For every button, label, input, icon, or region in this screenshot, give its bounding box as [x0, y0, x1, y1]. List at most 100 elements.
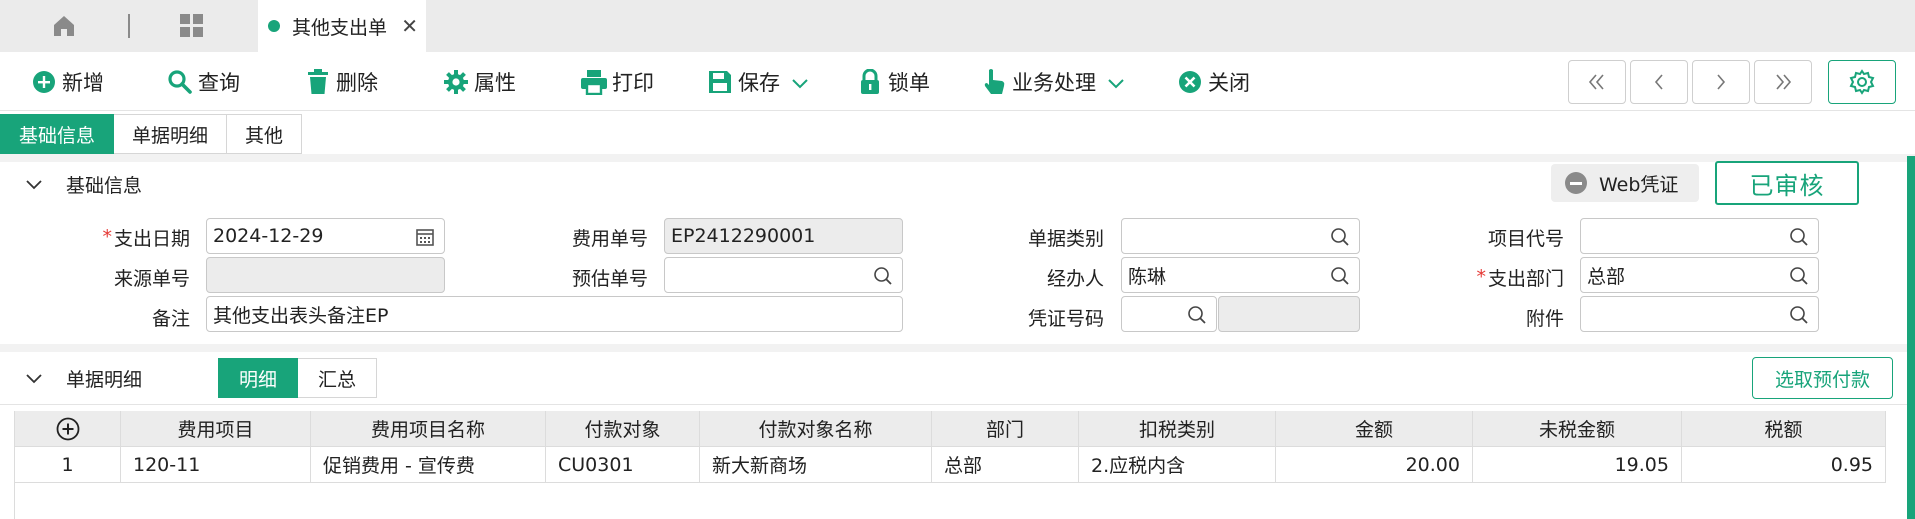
handler-label: 经办人	[1046, 267, 1104, 290]
delete-button[interactable]: 删除	[304, 65, 378, 99]
cell-tax[interactable]: 0.95	[1682, 447, 1886, 483]
tab-other-expense[interactable]: 其他支出单 ✕	[258, 0, 426, 52]
estimate-no-field[interactable]	[664, 257, 903, 293]
fee-no-field[interactable]: EP2412290001	[664, 218, 903, 254]
chevron-down-icon[interactable]	[26, 173, 42, 195]
query-button[interactable]: 查询	[166, 65, 240, 99]
project-code-label: 项目代号	[1487, 227, 1564, 250]
business-process-label: 业务处理	[1012, 71, 1096, 95]
table-empty-area	[14, 483, 1886, 519]
nav-prev-button[interactable]	[1630, 60, 1688, 104]
detail-view-tabs: 明细 汇总	[218, 358, 378, 398]
attachment-field[interactable]	[1580, 296, 1819, 332]
doc-category-field[interactable]	[1121, 218, 1360, 254]
voucher-detail-field[interactable]	[1218, 296, 1360, 332]
search-icon[interactable]	[1187, 305, 1207, 330]
nav-first-button[interactable]	[1568, 60, 1626, 104]
table-row[interactable]: 1 120-11 促销费用 - 宣传费 CU0301 新大新商场 总部 2.应税…	[15, 447, 1886, 483]
search-icon[interactable]	[1789, 305, 1809, 330]
grid-icon[interactable]	[176, 10, 208, 42]
nav-last-button[interactable]	[1754, 60, 1812, 104]
voucher-no-field[interactable]	[1121, 296, 1217, 332]
detail-table: 费用项目 费用项目名称 付款对象 付款对象名称 部门 扣税类别 金额 未税金额 …	[14, 411, 1886, 483]
print-button[interactable]: 打印	[580, 65, 654, 99]
column-header[interactable]: 未税金额	[1473, 411, 1682, 447]
toolbar: 新增 查询 删除 属性 打印 保存 锁单 业务处理 关闭	[0, 52, 1915, 111]
cell-amount[interactable]: 20.00	[1276, 447, 1473, 483]
project-code-field[interactable]	[1580, 218, 1819, 254]
tab-basic-info[interactable]: 基础信息	[0, 114, 115, 154]
source-no-field[interactable]	[206, 257, 445, 293]
cell-payee[interactable]: CU0301	[546, 447, 700, 483]
voucher-no-label: 凭证号码	[1027, 307, 1104, 330]
save-label: 保存	[738, 71, 780, 95]
search-icon[interactable]	[1330, 266, 1350, 291]
add-row-button[interactable]	[15, 411, 121, 447]
column-header[interactable]: 金额	[1276, 411, 1473, 447]
column-header[interactable]: 费用项目名称	[311, 411, 546, 447]
close-tab-icon[interactable]: ✕	[401, 14, 418, 38]
column-header[interactable]: 税额	[1682, 411, 1886, 447]
query-label: 查询	[198, 71, 240, 95]
dept-field[interactable]: 总部	[1580, 257, 1819, 293]
save-button[interactable]: 保存	[706, 65, 808, 99]
web-voucher-label: Web凭证	[1599, 173, 1679, 196]
close-button[interactable]: 关闭	[1176, 65, 1250, 99]
lock-icon	[856, 68, 884, 96]
double-chevron-left-icon	[1588, 74, 1604, 90]
printer-icon	[580, 68, 608, 96]
tab-summary[interactable]: 汇总	[298, 358, 378, 398]
expense-date-field[interactable]: 2024-12-29	[206, 218, 445, 254]
lock-button[interactable]: 锁单	[856, 65, 930, 99]
cell-tax-type[interactable]: 2.应税内含	[1079, 447, 1276, 483]
search-icon[interactable]	[1789, 227, 1809, 252]
table-header: 费用项目 费用项目名称 付款对象 付款对象名称 部门 扣税类别 金额 未税金额 …	[15, 411, 1886, 447]
dept-label: * 支出部门	[1476, 266, 1564, 290]
web-voucher-button[interactable]: Web凭证	[1551, 164, 1699, 202]
cell-payee-name[interactable]: 新大新商场	[700, 447, 932, 483]
basic-info-title: 基础信息	[66, 174, 143, 197]
cell-item[interactable]: 120-11	[121, 447, 311, 483]
search-icon[interactable]	[1330, 227, 1350, 252]
nav-next-button[interactable]	[1692, 60, 1750, 104]
cell-item-name[interactable]: 促销费用 - 宣传费	[311, 447, 546, 483]
minus-circle-icon	[1565, 172, 1587, 194]
tab-other[interactable]: 其他	[227, 114, 303, 154]
properties-button[interactable]: 属性	[442, 65, 516, 99]
remark-field[interactable]: 其他支出表头备注EP	[206, 296, 903, 332]
cell-dept[interactable]: 总部	[932, 447, 1079, 483]
tab-label: 其他支出单	[292, 16, 388, 39]
column-header[interactable]: 部门	[932, 411, 1079, 447]
business-process-button[interactable]: 业务处理	[980, 65, 1124, 99]
column-header[interactable]: 费用项目	[121, 411, 311, 447]
vertical-scrollbar[interactable]	[1907, 156, 1915, 519]
calendar-icon[interactable]	[415, 227, 435, 252]
add-button[interactable]: 新增	[30, 65, 104, 99]
fee-no-label: 费用单号	[571, 227, 648, 250]
handler-field[interactable]: 陈琳	[1121, 257, 1360, 293]
chevron-down-icon[interactable]	[792, 70, 808, 94]
chevron-down-icon[interactable]	[1108, 70, 1124, 94]
remark-label: 备注	[151, 307, 190, 330]
chevron-down-icon[interactable]	[26, 367, 42, 389]
row-index: 1	[15, 447, 121, 483]
basic-info-header[interactable]: 基础信息	[0, 164, 400, 204]
cell-untaxed-amount[interactable]: 19.05	[1473, 447, 1682, 483]
search-icon[interactable]	[1789, 266, 1809, 291]
scrollbar-thumb[interactable]	[1907, 156, 1915, 519]
search-icon[interactable]	[873, 266, 893, 291]
expense-date-label: * 支出日期	[102, 226, 190, 250]
properties-label: 属性	[474, 71, 516, 95]
settings-button[interactable]	[1828, 60, 1896, 104]
column-header[interactable]: 扣税类别	[1079, 411, 1276, 447]
tab-detail[interactable]: 明细	[218, 358, 299, 398]
trash-icon	[304, 68, 332, 96]
doc-detail-header[interactable]: 单据明细	[0, 358, 210, 398]
select-prepayment-button[interactable]: 选取预付款	[1752, 357, 1893, 399]
tab-doc-detail[interactable]: 单据明细	[114, 114, 228, 154]
chevron-right-icon	[1717, 74, 1726, 90]
column-header[interactable]: 付款对象	[546, 411, 700, 447]
section-divider	[0, 154, 1915, 162]
column-header[interactable]: 付款对象名称	[700, 411, 932, 447]
home-icon[interactable]	[48, 10, 80, 42]
